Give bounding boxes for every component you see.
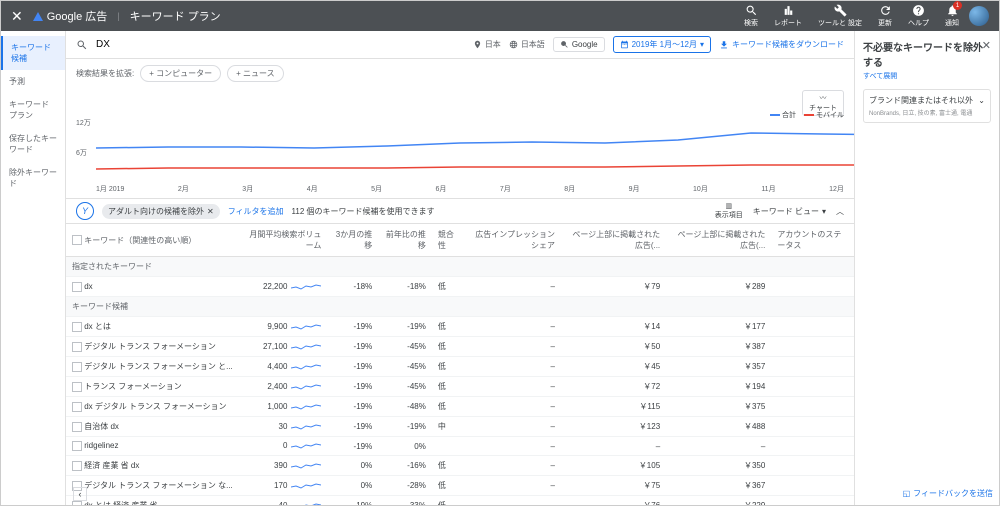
logo: Google 広告 — [33, 8, 108, 24]
expand-chip-news[interactable]: + ニュース — [227, 65, 284, 82]
view-dropdown[interactable]: キーワード ビュー▾ — [753, 206, 826, 217]
chart-svg — [96, 118, 854, 178]
filter-row: Y アダルト向けの候補を除外✕ フィルタを追加 112 個のキーワード候補を使用… — [66, 198, 854, 224]
sidebar-item-keywords[interactable]: キーワード候補 — [1, 36, 65, 70]
checkbox-all[interactable] — [72, 235, 82, 245]
search-icon[interactable]: 検索 — [744, 4, 758, 28]
table-row[interactable]: dx とは9,900-19%-19%低–￥14￥177 — [66, 317, 854, 337]
sidebar-item-saved[interactable]: 保存したキーワード — [1, 127, 65, 161]
chevron-down-icon: ⌄ — [978, 96, 985, 105]
sidebar-item-forecast[interactable]: 予測 — [1, 70, 65, 93]
page-title: キーワード プラン — [130, 8, 221, 24]
table-row[interactable]: dx22,200-18%-18%低–￥79￥289 — [66, 277, 854, 297]
expand-chip-computer[interactable]: + コンピューター — [140, 65, 221, 82]
sidebar-item-plan[interactable]: キーワード プラン — [1, 93, 65, 127]
feedback-link[interactable]: ◱フィードバックを送信 — [903, 488, 993, 499]
close-icon[interactable]: ✕ — [11, 8, 23, 25]
refresh-icon[interactable]: 更新 — [878, 4, 892, 28]
panel-expand-link[interactable]: すべて展開 — [863, 71, 991, 81]
result-count: 112 個のキーワード候補を使用できます — [292, 206, 435, 217]
search-icon — [76, 39, 88, 51]
table-row[interactable]: デジタル トランス フォーメーション と...4,400-19%-45%低–￥4… — [66, 357, 854, 377]
table-row[interactable]: デジタル トランス フォーメーション な...1700%-28%低–￥75￥36… — [66, 476, 854, 496]
brand-text: Google 広告 — [47, 8, 108, 24]
chart-area: 〰チャート 合計 モバイル 12万6万 1月 20192月3月4月5月6月7月8… — [66, 88, 854, 198]
sidebar: キーワード候補 予測 キーワード プラン 保存したキーワード 除外キーワード — [1, 31, 66, 505]
x-axis: 1月 20192月3月4月5月6月7月8月9月10月11月12月 — [96, 184, 844, 194]
table-row[interactable]: トランス フォーメーション2,400-19%-45%低–￥72￥194 — [66, 377, 854, 397]
top-bar: ✕ Google 広告 | キーワード プラン 検索 レポート ツールと 設定 … — [1, 1, 999, 31]
panel-title: 不必要なキーワードを除外する — [863, 39, 991, 69]
location-chip[interactable]: 日本 — [473, 39, 501, 50]
help-icon[interactable]: ヘルプ — [908, 4, 929, 28]
table-row[interactable]: dx デジタル トランス フォーメーション1,000-19%-48%低–￥115… — [66, 397, 854, 417]
expand-row: 検索結果を拡張: + コンピューター + ニュース — [66, 59, 854, 88]
download-link[interactable]: キーワード候補をダウンロード — [719, 39, 844, 50]
ads-logo-icon — [33, 12, 43, 21]
header-icons: 検索 レポート ツールと 設定 更新 ヘルプ 1通知 — [744, 4, 959, 28]
refine-button[interactable]: Y — [76, 202, 94, 220]
search-input[interactable] — [96, 39, 296, 50]
collapse-icon[interactable]: ︿ — [836, 206, 844, 217]
panel-close-icon[interactable]: ✕ — [982, 39, 991, 52]
table-row[interactable]: dx とは 経済 産業 省40-19%-33%低–￥76￥229 — [66, 496, 854, 506]
table-row[interactable]: 経済 産業 省 dx3900%-16%低–￥105￥350 — [66, 456, 854, 476]
table: キーワード（関連性の高い順） 月間平均検索ボリューム 3か月の推移 前年比の推移… — [66, 224, 854, 505]
language-chip[interactable]: 日本語 — [509, 39, 545, 50]
prev-page-button[interactable]: ‹ — [73, 487, 87, 501]
columns-button[interactable]: ▥表示項目 — [715, 202, 743, 220]
table-row[interactable]: ridgelinez0-19%0%––– — [66, 437, 854, 456]
reports-icon[interactable]: レポート — [774, 4, 802, 28]
avatar[interactable] — [969, 6, 989, 26]
refine-panel: ✕ 不必要なキーワードを除外する すべて展開 ブランド関連またはそれ以外⌄ No… — [854, 31, 999, 505]
sidebar-item-negative[interactable]: 除外キーワード — [1, 161, 65, 195]
tools-icon[interactable]: ツールと 設定 — [818, 4, 862, 28]
table-row[interactable]: デジタル トランス フォーメーション27,100-19%-45%低–￥50￥38… — [66, 337, 854, 357]
notifications-icon[interactable]: 1通知 — [945, 4, 959, 28]
daterange-pill[interactable]: 2019年 1月〜12月▾ — [613, 36, 711, 53]
network-pill[interactable]: Google — [553, 37, 605, 52]
panel-section-brands[interactable]: ブランド関連またはそれ以外⌄ NonBrands, 日立, 技の素, 富士通, … — [863, 89, 991, 123]
add-filter-link[interactable]: フィルタを追加 — [228, 206, 284, 217]
search-bar: 日本 日本語 Google 2019年 1月〜12月▾ キーワード候補をダウンロ… — [66, 31, 854, 59]
filter-chip-adult[interactable]: アダルト向けの候補を除外✕ — [102, 204, 220, 219]
table-row[interactable]: 自治体 dx30-19%-19%中–￥123￥488 — [66, 417, 854, 437]
